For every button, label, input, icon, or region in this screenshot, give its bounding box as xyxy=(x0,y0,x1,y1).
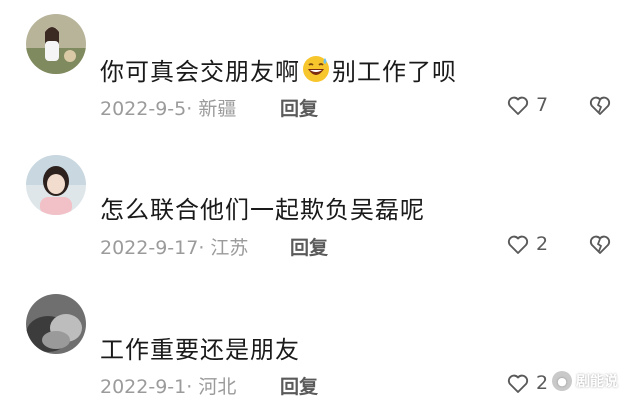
like-count: 2 xyxy=(536,372,549,394)
reply-button[interactable]: 回复 xyxy=(280,94,318,121)
reply-button[interactable]: 回复 xyxy=(290,233,328,260)
like-count: 7 xyxy=(536,94,549,116)
like-count: 2 xyxy=(536,233,549,255)
comment-location: · 新疆 xyxy=(186,98,237,120)
like-button[interactable]: 2 xyxy=(506,371,548,395)
comment-text-part: 怎么联合他们一起欺负吴磊呢 xyxy=(100,196,425,224)
comment-meta: 2022-9-5· 新疆 xyxy=(100,94,236,121)
comment-location: · 河北 xyxy=(186,376,237,398)
avatar[interactable] xyxy=(26,14,86,74)
comment-text-part: 工作重要还是朋友 xyxy=(100,336,300,364)
comment-date: 2022-9-5 xyxy=(100,98,187,120)
comment-meta: 2022-9-17· 江苏 xyxy=(100,233,248,260)
comment-meta: 2022-9-1· 河北 xyxy=(100,372,236,399)
watermark: ● 剧能说 xyxy=(552,371,618,391)
comment-date: 2022-9-17 xyxy=(100,237,199,259)
heart-icon xyxy=(507,96,529,115)
watermark-logo-icon: ● xyxy=(552,371,572,391)
watermark-text: 剧能说 xyxy=(576,374,618,390)
like-button[interactable]: 7 xyxy=(506,93,548,117)
reply-button[interactable]: 回复 xyxy=(280,372,318,399)
heart-icon xyxy=(507,374,529,393)
broken-heart-icon[interactable] xyxy=(588,93,612,117)
avatar[interactable] xyxy=(26,294,86,354)
broken-heart-icon[interactable] xyxy=(588,232,612,256)
comment-location: · 江苏 xyxy=(198,237,249,259)
laughing-sweat-emoji-icon xyxy=(303,56,329,82)
like-button[interactable]: 2 xyxy=(506,232,548,256)
comment-text: 工作重要还是朋友 xyxy=(100,330,300,365)
avatar[interactable] xyxy=(26,155,86,215)
comment-date: 2022-9-1 xyxy=(100,376,187,398)
comment-text: 怎么联合他们一起欺负吴磊呢 xyxy=(100,190,425,225)
comment-text-part: 你可真会交朋友啊 xyxy=(100,58,300,86)
heart-icon xyxy=(507,235,529,254)
comment-text-part: 别工作了呗 xyxy=(332,58,457,86)
comment-text: 你可真会交朋友啊 别工作了呗 xyxy=(100,52,457,87)
